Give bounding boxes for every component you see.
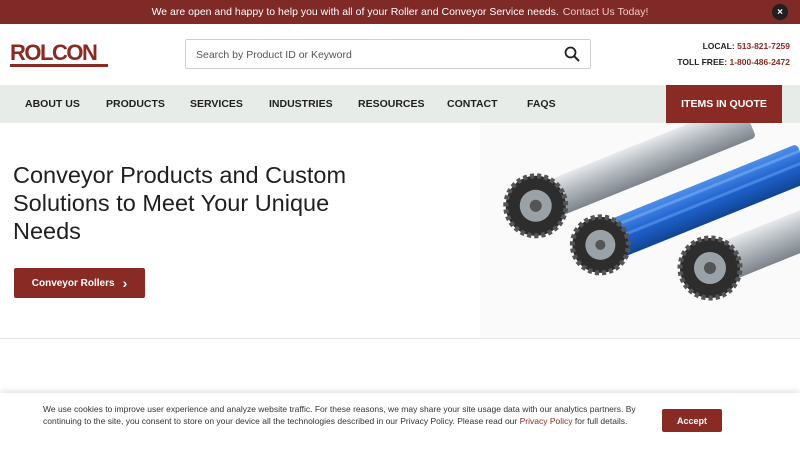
- section-divider: [0, 338, 800, 339]
- nav-faqs[interactable]: FAQS: [527, 85, 556, 123]
- main-nav: ABOUT US PRODUCTS SERVICES INDUSTRIES RE…: [0, 85, 800, 123]
- phone-numbers: LOCAL: 513-821-7259 TOLL FREE: 1-800-486…: [677, 38, 790, 70]
- cookie-banner: We use cookies to improve user experienc…: [0, 393, 800, 450]
- close-icon[interactable]: ×: [772, 4, 788, 20]
- contact-us-link[interactable]: Contact Us Today!: [563, 6, 649, 18]
- tollfree-number[interactable]: 1-800-486-2472: [730, 57, 791, 67]
- nav-industries[interactable]: INDUSTRIES: [269, 85, 333, 123]
- cookie-suffix: for full details.: [574, 415, 628, 426]
- nav-services[interactable]: SERVICES: [190, 85, 243, 123]
- conveyor-rollers-button[interactable]: Conveyor Rollers ›: [14, 268, 145, 298]
- logo-wordmark: ROLCON: [10, 40, 97, 65]
- cookie-message: We use cookies to improve user experienc…: [43, 404, 643, 427]
- conveyor-rollers-label: Conveyor Rollers: [31, 277, 115, 289]
- rolcon-logo[interactable]: ROLCON: [10, 38, 108, 70]
- announcement-text: We are open and happy to help you with a…: [151, 6, 559, 18]
- privacy-policy-link[interactable]: Privacy Policy: [520, 416, 573, 426]
- tollfree-phone: TOLL FREE: 1-800-486-2472: [677, 54, 790, 70]
- site-header: ROLCON LOCAL: 513-821-7259 TOLL FREE: 1-…: [0, 24, 800, 85]
- nav-contact[interactable]: CONTACT: [447, 85, 498, 123]
- local-phone: LOCAL: 513-821-7259: [677, 38, 790, 54]
- chevron-right-icon: ›: [122, 275, 128, 291]
- conveyor-rollers-image: [480, 123, 800, 338]
- search-icon[interactable]: [564, 46, 580, 62]
- announcement-bar: We are open and happy to help you with a…: [0, 0, 800, 24]
- local-number[interactable]: 513-821-7259: [737, 41, 790, 51]
- search-input[interactable]: [196, 46, 556, 64]
- search-box: [185, 39, 591, 69]
- hero-section: Conveyor Products and Custom Solutions t…: [0, 123, 800, 338]
- nav-resources[interactable]: RESOURCES: [358, 85, 425, 123]
- local-label: LOCAL:: [702, 41, 735, 51]
- tollfree-label: TOLL FREE:: [677, 57, 728, 67]
- hero-heading: Conveyor Products and Custom Solutions t…: [13, 162, 347, 244]
- items-in-quote-button[interactable]: ITEMS IN QUOTE: [666, 85, 782, 123]
- nav-products[interactable]: PRODUCTS: [106, 85, 165, 123]
- nav-about-us[interactable]: ABOUT US: [25, 85, 80, 123]
- accept-cookies-button[interactable]: Accept: [662, 409, 722, 432]
